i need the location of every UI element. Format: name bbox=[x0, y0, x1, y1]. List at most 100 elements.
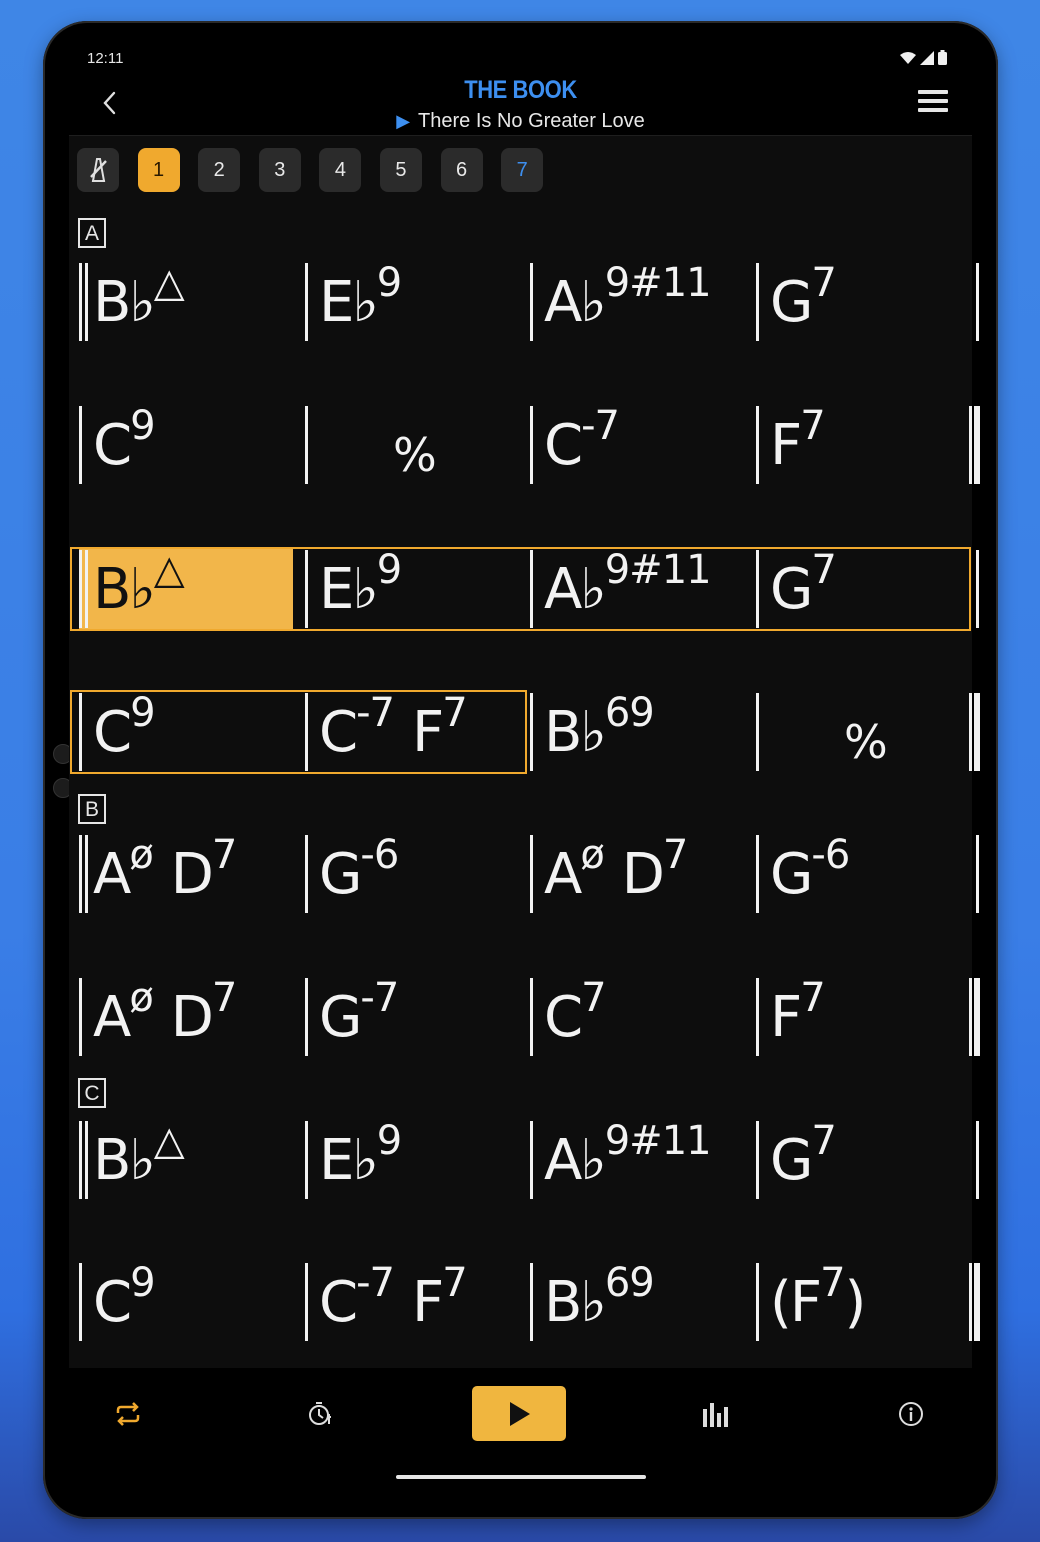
barline-end bbox=[969, 978, 980, 1056]
chord-symbol: F7 bbox=[770, 978, 826, 1050]
chord-symbol: E♭9 bbox=[319, 550, 402, 622]
chord-bar[interactable]: E♭9 bbox=[305, 261, 531, 343]
tab-chorus-7[interactable]: 7 bbox=[501, 148, 544, 192]
chord-extension: ø bbox=[129, 975, 154, 1022]
repeat-bar-symbol: % bbox=[393, 428, 437, 482]
chord-bar[interactable]: C7 bbox=[530, 976, 756, 1058]
metronome-icon bbox=[90, 158, 107, 182]
chord-bar[interactable]: Aø D7 bbox=[530, 833, 756, 915]
chord-bar[interactable]: C9 bbox=[79, 691, 305, 773]
tab-chorus-5[interactable]: 5 bbox=[379, 148, 422, 192]
chord-bar[interactable]: E♭9 bbox=[305, 548, 531, 630]
chord-bar[interactable]: G7 bbox=[756, 1119, 982, 1201]
tab-chorus-2[interactable]: 2 bbox=[198, 148, 241, 192]
chord-bar[interactable]: C9 bbox=[79, 1261, 305, 1343]
chord-symbol: G7 bbox=[770, 1121, 837, 1193]
chord-bar[interactable]: B♭△ bbox=[79, 261, 305, 343]
chord-bar[interactable]: F7 bbox=[756, 404, 982, 486]
song-title[interactable]: ▶ There Is No Greater Love bbox=[69, 110, 972, 133]
tempo-button[interactable] bbox=[301, 1386, 341, 1442]
chord-root: C bbox=[544, 985, 583, 1050]
chord-extension: -7 bbox=[356, 1260, 395, 1307]
chord-bar[interactable]: Aø D7 bbox=[79, 976, 305, 1058]
chord-bar[interactable]: C-7 F7 bbox=[305, 691, 531, 773]
chord-bar[interactable]: A♭9#11 bbox=[530, 261, 756, 343]
chord-extension: -6 bbox=[811, 832, 850, 879]
song-title-text: There Is No Greater Love bbox=[418, 110, 645, 132]
barline bbox=[530, 263, 533, 341]
tab-chorus-1[interactable]: 1 bbox=[137, 148, 180, 192]
chord-bar[interactable]: (F7) bbox=[756, 1261, 982, 1343]
chord-extension: 7 bbox=[211, 975, 237, 1022]
bottom-toolbar bbox=[69, 1368, 972, 1488]
chord-bar[interactable]: A♭9#11 bbox=[530, 1119, 756, 1201]
barline bbox=[530, 550, 533, 628]
chord-extension: 7 bbox=[800, 975, 825, 1022]
chord-bar[interactable]: B♭69 bbox=[530, 691, 756, 773]
barline bbox=[79, 835, 88, 913]
barline bbox=[305, 835, 308, 913]
metronome-button[interactable] bbox=[77, 148, 119, 192]
barline bbox=[79, 550, 88, 628]
chord-root: G bbox=[770, 1128, 813, 1193]
tempo-icon bbox=[309, 1402, 331, 1425]
chord-extension: 9#11 bbox=[604, 1118, 712, 1165]
chord-root: F bbox=[412, 1270, 444, 1335]
mixer-button[interactable] bbox=[696, 1386, 736, 1442]
chord-symbol: C9 bbox=[93, 1263, 156, 1335]
chord-root: B♭ bbox=[544, 1270, 607, 1335]
chord-bar[interactable]: G-6 bbox=[305, 833, 531, 915]
barline bbox=[79, 406, 82, 484]
chord-root: C bbox=[93, 413, 132, 478]
chord-extension: -7 bbox=[581, 403, 620, 450]
play-button[interactable] bbox=[472, 1386, 566, 1441]
chord-bar[interactable]: G7 bbox=[756, 261, 982, 343]
chord-bar[interactable]: B♭△ bbox=[79, 1119, 305, 1201]
play-small-icon: ▶ bbox=[396, 111, 411, 131]
loop-button[interactable] bbox=[108, 1386, 148, 1442]
barline bbox=[79, 1121, 88, 1199]
chord-bar[interactable]: C-7 F7 bbox=[305, 1261, 531, 1343]
chord-bar[interactable]: E♭9 bbox=[305, 1119, 531, 1201]
mixer-icon bbox=[703, 1403, 728, 1427]
info-button[interactable] bbox=[891, 1386, 931, 1442]
chord-root: (F bbox=[770, 1270, 822, 1335]
chord-symbol: B♭△ bbox=[93, 263, 185, 335]
chord-root: B♭ bbox=[93, 1128, 156, 1193]
app-title: THE BOOK bbox=[464, 76, 577, 104]
chord-bar[interactable]: G-7 bbox=[305, 976, 531, 1058]
chord-extension: 7 bbox=[811, 1118, 836, 1165]
tab-chorus-4[interactable]: 4 bbox=[319, 148, 362, 192]
barline bbox=[79, 263, 88, 341]
chord-symbol: C-7 F7 bbox=[319, 1263, 468, 1335]
barline bbox=[530, 406, 533, 484]
menu-button[interactable] bbox=[918, 90, 948, 116]
chord-extension: 9 bbox=[130, 403, 155, 450]
tab-chorus-3[interactable]: 3 bbox=[258, 148, 301, 192]
chord-bar[interactable]: C9 bbox=[79, 404, 305, 486]
chord-bar[interactable]: B♭69 bbox=[530, 1261, 756, 1343]
tab-chorus-6[interactable]: 6 bbox=[440, 148, 483, 192]
chord-symbol: B♭△ bbox=[93, 1121, 185, 1193]
barline bbox=[756, 835, 759, 913]
barline bbox=[530, 1121, 533, 1199]
barline bbox=[530, 1263, 533, 1341]
chord-bar[interactable]: G7 bbox=[756, 548, 982, 630]
chord-bar[interactable]: % bbox=[305, 404, 531, 486]
chord-symbol: B♭69 bbox=[544, 1263, 655, 1335]
barline bbox=[756, 693, 759, 771]
chord-bar[interactable]: F7 bbox=[756, 976, 982, 1058]
chord-root: G bbox=[770, 270, 813, 335]
barline bbox=[79, 1263, 82, 1341]
chord-bar[interactable]: A♭9#11 bbox=[530, 548, 756, 630]
home-indicator[interactable] bbox=[396, 1475, 646, 1479]
chord-extension: 7 bbox=[800, 403, 825, 450]
chord-bar[interactable]: Aø D7 bbox=[79, 833, 305, 915]
chord-bar[interactable]: B♭△ bbox=[79, 548, 305, 630]
chord-bar[interactable]: G-6 bbox=[756, 833, 982, 915]
chord-bar[interactable]: % bbox=[756, 691, 982, 773]
chord-extension: 9 bbox=[130, 690, 155, 737]
chord-extension: △ bbox=[153, 1118, 185, 1165]
section-marker-c: C bbox=[78, 1078, 106, 1108]
chord-bar[interactable]: C-7 bbox=[530, 404, 756, 486]
